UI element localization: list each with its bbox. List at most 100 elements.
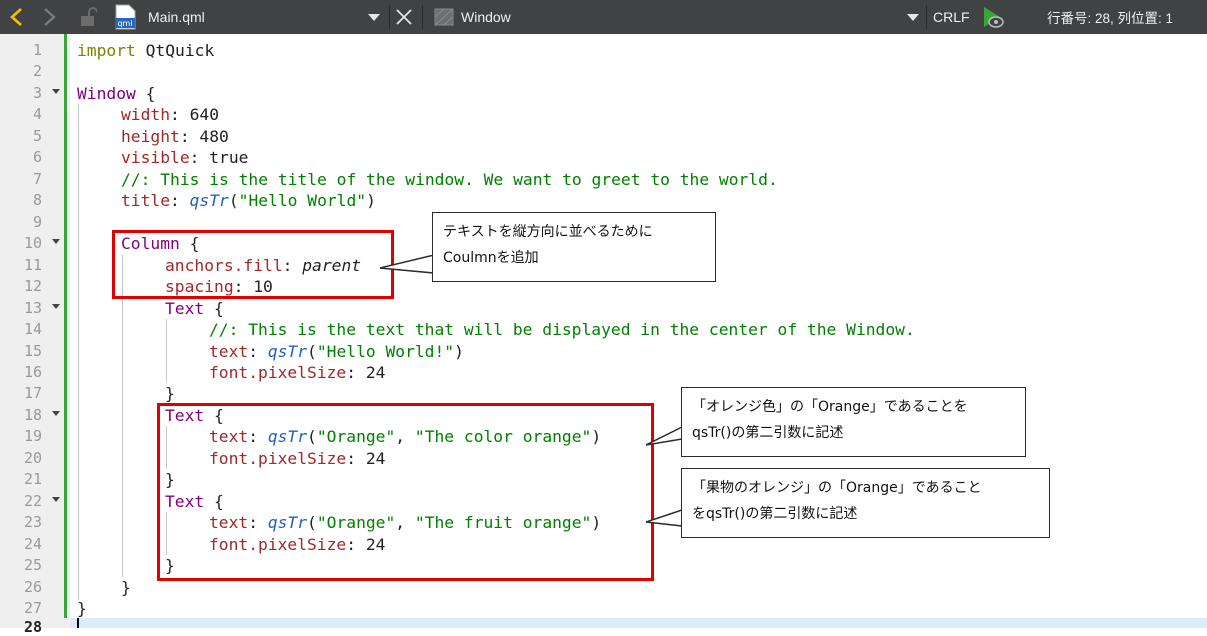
code-token: Text <box>165 299 205 318</box>
unlocked-icon <box>81 7 97 26</box>
line-number: 14 <box>23 320 42 338</box>
code-token: { <box>204 299 224 318</box>
code-token: : 24 <box>346 363 386 382</box>
callout-text: qsTr()の第二引数に記述 <box>692 425 844 441</box>
back-button[interactable] <box>2 0 32 34</box>
run-preview-icon <box>984 7 1004 28</box>
callout-text: 「果物のオレンジ」の「Orange」であること <box>692 480 982 496</box>
code-token: { <box>135 84 156 103</box>
cursor-position[interactable]: 行番号: 28, 列位置: 1 <box>1047 0 1173 34</box>
line-number: 13 <box>23 299 42 317</box>
code-token: Window <box>77 84 136 103</box>
code-line: font.pixelSize: 24 <box>209 362 385 383</box>
toolbar-separator <box>422 5 423 29</box>
line-number: 9 <box>32 213 42 231</box>
code-line: title: qsTr("Hello World") <box>121 190 376 211</box>
callout-pointer <box>380 255 436 274</box>
close-icon <box>396 9 412 25</box>
line-number: 18 <box>23 406 42 424</box>
code-token: : 480 <box>179 127 229 146</box>
code-line: Window { <box>77 83 155 104</box>
fold-marker-icon[interactable] <box>52 239 60 244</box>
code-token: : true <box>189 148 249 167</box>
triangle-down-icon <box>907 14 919 21</box>
toolbar-separator <box>926 5 927 29</box>
fold-marker-icon[interactable] <box>52 304 60 309</box>
code-token: : <box>248 342 268 361</box>
symbol-dropdown-button[interactable] <box>903 0 923 34</box>
highlight-box-text-items <box>157 403 654 581</box>
line-number: 16 <box>23 363 42 381</box>
code-token: : 640 <box>170 105 220 124</box>
code-token: import <box>77 41 136 60</box>
code-token: "Hello World!" <box>316 342 455 361</box>
fold-marker-icon[interactable] <box>52 411 60 416</box>
code-token: text <box>209 342 249 361</box>
current-file-name[interactable]: Main.qml <box>148 0 205 34</box>
line-number: 15 <box>23 342 42 360</box>
qml-file-icon: qml <box>112 0 138 34</box>
arrow-back-icon <box>10 8 22 26</box>
line-number: 20 <box>23 449 42 467</box>
line-number: 12 <box>23 277 42 295</box>
preview-button[interactable] <box>980 0 1006 34</box>
callout-column: テキストを縦方向に並べるために Coulmnを追加 <box>432 212 716 282</box>
callout-text: テキストを縦方向に並べるために <box>443 224 653 240</box>
code-comment: //: This is the title of the window. We … <box>121 170 778 189</box>
callout-pointer <box>646 508 684 527</box>
line-number: 11 <box>23 256 42 274</box>
fold-marker-icon[interactable] <box>52 497 60 502</box>
code-token: visible <box>121 148 190 167</box>
code-token: "Hello World" <box>238 191 367 210</box>
code-brace: } <box>77 599 87 618</box>
line-number-current: 28 <box>23 618 42 636</box>
line-number: 21 <box>23 470 42 488</box>
line-number: 25 <box>23 556 42 574</box>
line-number: 24 <box>23 535 42 553</box>
line-number: 22 <box>23 492 42 510</box>
line-ending-selector[interactable]: CRLF <box>933 0 970 34</box>
current-symbol[interactable]: Window <box>461 0 511 34</box>
code-line: text: qsTr("Hello World!") <box>209 341 464 362</box>
callout-color-orange: 「オレンジ色」の「Orange」であることを qsTr()の第二引数に記述 <box>681 387 1026 457</box>
callout-text: Coulmnを追加 <box>443 250 539 266</box>
code-token: width <box>121 105 171 124</box>
code-line: import QtQuick <box>77 40 214 61</box>
toolbar-separator <box>389 5 390 29</box>
fold-marker-icon[interactable] <box>52 89 60 94</box>
callout-text: 「オレンジ色」の「Orange」であることを <box>692 399 968 415</box>
editor-toolbar: qml Main.qml Window CRLF 行番号: 28, 列位置: 1 <box>0 0 1207 34</box>
line-number: 3 <box>32 84 42 102</box>
code-token: height <box>121 127 180 146</box>
code-token: qsTr <box>189 191 229 210</box>
forward-button[interactable] <box>34 0 64 34</box>
line-number: 7 <box>32 170 42 188</box>
code-token: title <box>121 191 171 210</box>
callout-text: をqsTr()の第二引数に記述 <box>692 506 858 522</box>
lock-button[interactable] <box>76 0 100 34</box>
code-token: font.pixelSize <box>209 363 347 382</box>
line-number: 10 <box>23 234 42 252</box>
line-number: 26 <box>23 578 42 596</box>
code-line: visible: true <box>121 147 248 168</box>
callout-pointer <box>646 425 684 446</box>
line-number: 2 <box>32 62 42 80</box>
line-number: 1 <box>32 41 42 59</box>
symbol-icon <box>433 0 455 34</box>
code-token: QtQuick <box>135 41 215 60</box>
code-token: ( <box>228 191 239 210</box>
highlight-box-column <box>112 230 394 299</box>
close-document-button[interactable] <box>392 0 416 34</box>
code-token: : <box>170 191 190 210</box>
line-number: 6 <box>32 148 42 166</box>
line-number: 27 <box>23 599 42 617</box>
file-dropdown-button[interactable] <box>364 0 384 34</box>
line-number: 8 <box>32 191 42 209</box>
code-token: ) <box>366 191 376 210</box>
line-number: 23 <box>23 513 42 531</box>
modified-lines-bar <box>64 34 67 618</box>
qml-file-icon-label: qml <box>117 19 132 28</box>
code-line: height: 480 <box>121 126 229 147</box>
line-number: 5 <box>32 127 42 145</box>
code-token: qsTr <box>267 342 308 361</box>
